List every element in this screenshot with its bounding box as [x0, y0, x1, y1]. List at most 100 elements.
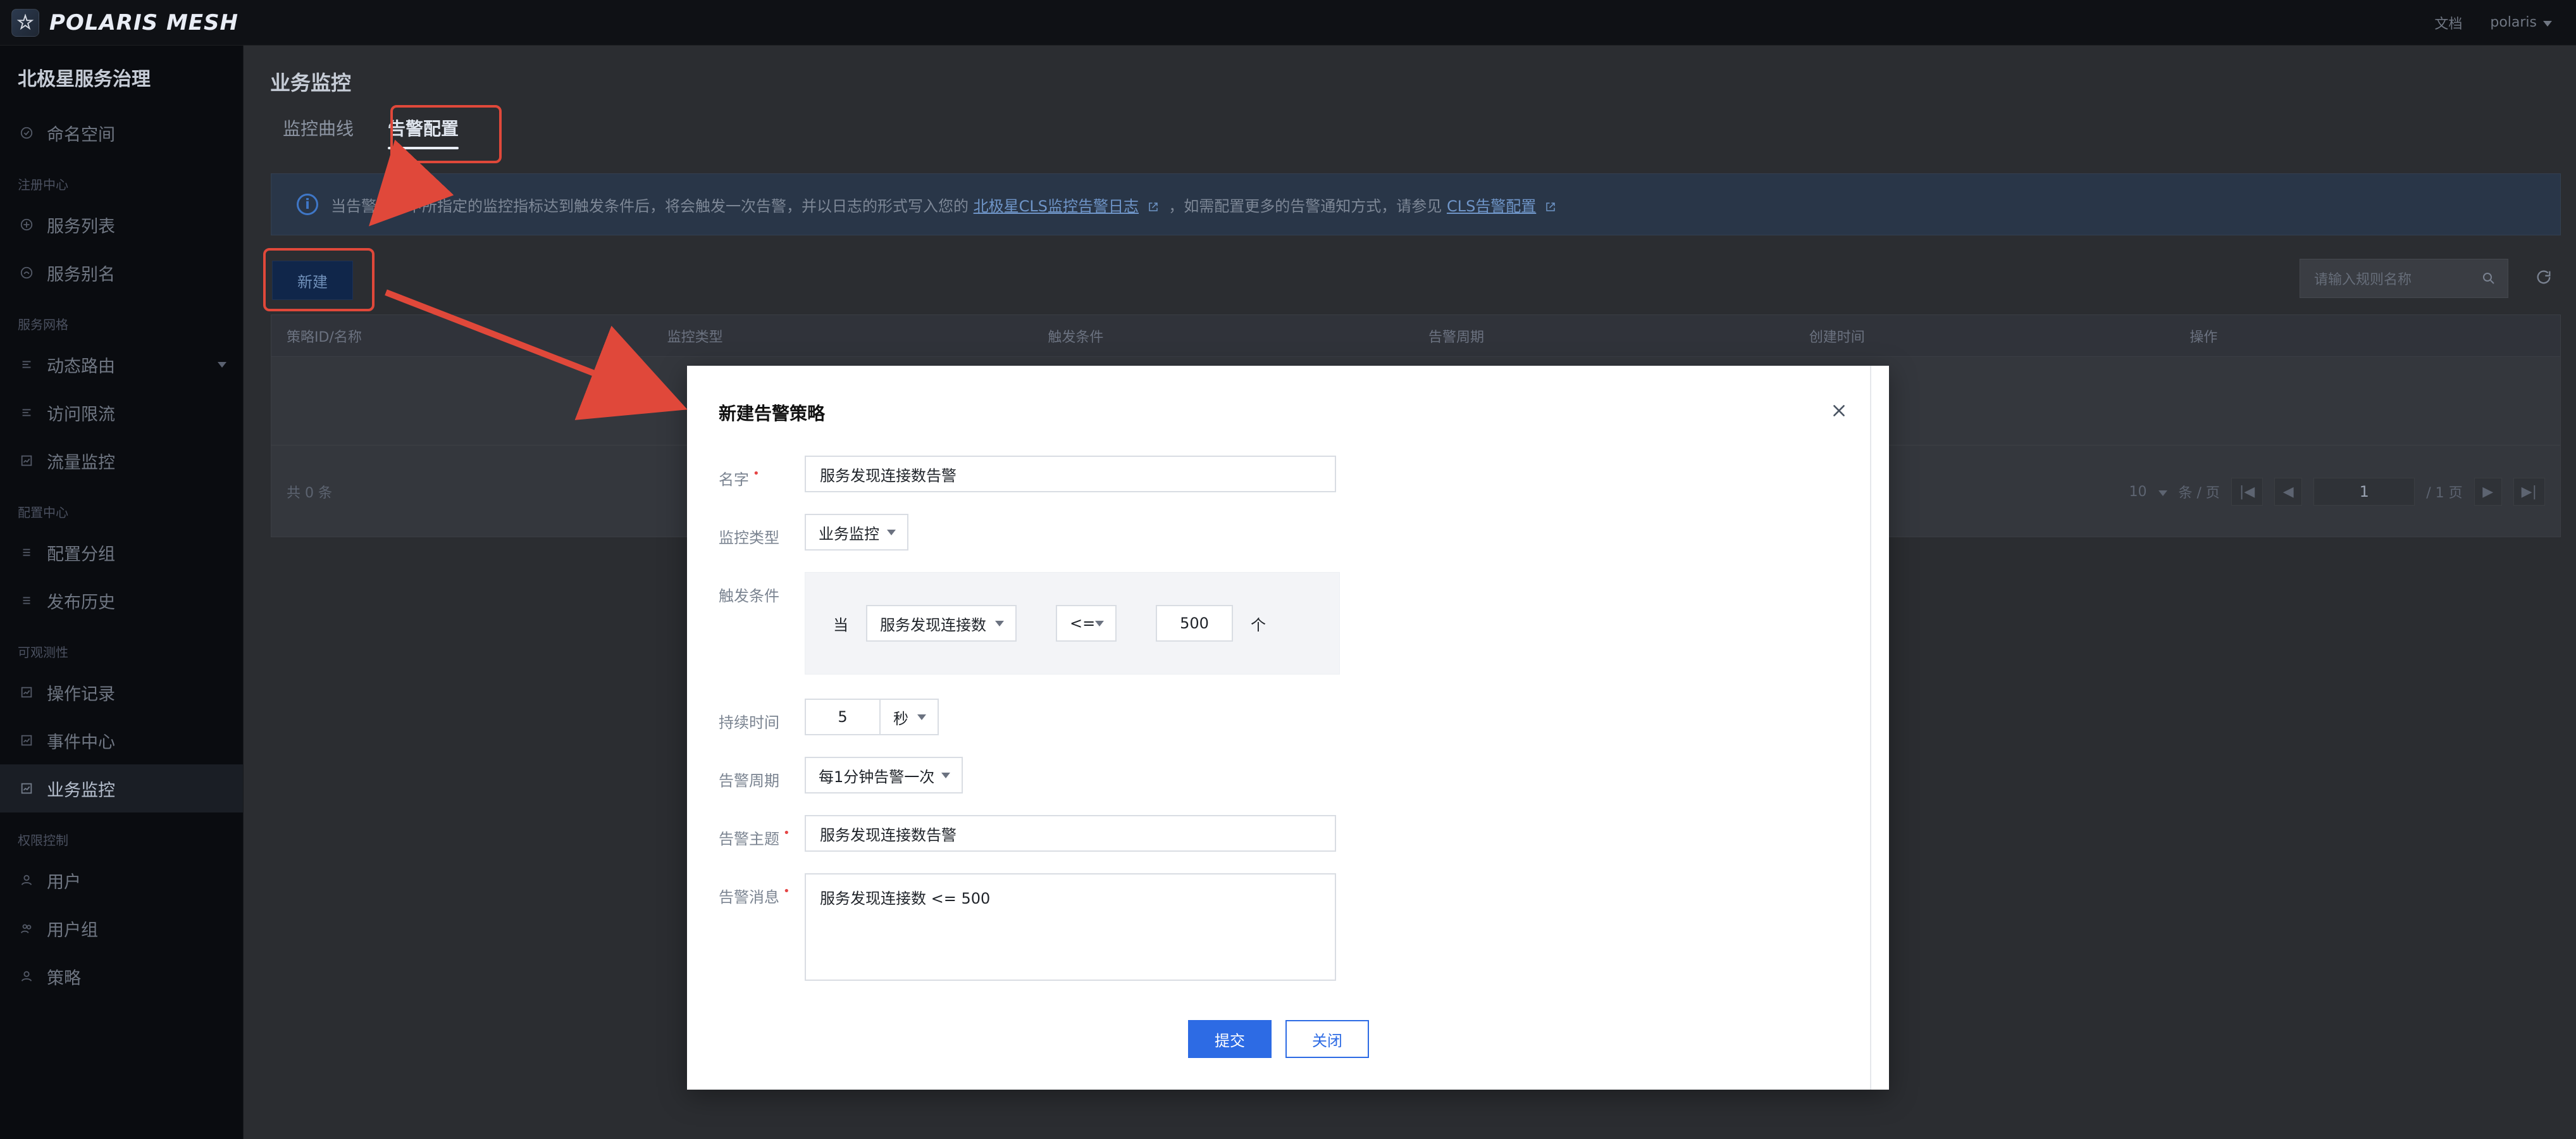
name-label-text: 名字 [719, 471, 749, 489]
page-size[interactable]: 10 [2129, 484, 2147, 500]
trigger-metric-select[interactable]: 服务发现连接数 [866, 605, 1017, 642]
sidebar-item-service-list[interactable]: 服务列表 [0, 201, 243, 249]
sidebar-item-release-history[interactable]: 发布历史 [0, 576, 243, 625]
sidebar-item-label: 业务监控 [47, 780, 115, 800]
duration-unit-select[interactable]: 秒 [881, 699, 939, 735]
search-placeholder: 请输入规则名称 [2314, 272, 2412, 288]
page-title: 业务监控 [270, 71, 352, 95]
chevron-down-icon [941, 772, 950, 778]
sidebar-group-registry: 注册中心 [18, 177, 68, 192]
table-header-col: 创建时间 [1809, 329, 1865, 345]
alert-period-select[interactable]: 每1分钟告警一次 [805, 757, 963, 794]
topic-label-text: 告警主题 [719, 830, 779, 848]
sidebar-item-user-group[interactable]: 用户组 [0, 904, 243, 952]
sidebar-item-label: 事件中心 [47, 732, 115, 752]
refresh-icon[interactable] [2531, 265, 2556, 290]
trigger-threshold-input[interactable]: 500 [1156, 605, 1233, 642]
last-page-button[interactable]: ▶| [2513, 478, 2545, 506]
sidebar-item-namespace[interactable]: 命名空间 [0, 109, 243, 157]
name-input[interactable]: 服务发现连接数告警 [805, 456, 1336, 492]
next-page-button[interactable]: ▶ [2474, 478, 2502, 506]
sidebar-item-label: 用户 [47, 872, 81, 892]
modal-scrollbar[interactable] [1870, 366, 1871, 1090]
form-row-topic: 告警主题 • 服务发现连接数告警 [719, 815, 1762, 873]
page-number-input[interactable]: 1 [2313, 478, 2415, 506]
trigger-operator-select[interactable]: <= [1056, 605, 1117, 642]
monitor-type-value: 业务监控 [819, 525, 879, 543]
duration-input[interactable]: 5 [805, 699, 881, 735]
alert-topic-input[interactable]: 服务发现连接数告警 [805, 815, 1336, 852]
user-menu[interactable]: polaris [2490, 15, 2552, 30]
sidebar-item-label: 命名空间 [47, 125, 115, 145]
annotation-highlight-tab [390, 105, 502, 163]
traffic-monitor-icon [18, 452, 35, 470]
sidebar-item-label: 策略 [47, 968, 81, 988]
sidebar-group-access: 权限控制 [18, 833, 68, 848]
create-alert-policy-modal: 新建告警策略 名字 • 服务发现连接数告警 监控类型 业务监控 触发条件 当 服… [687, 366, 1889, 1090]
trigger-unit: 个 [1251, 616, 1266, 634]
trigger-condition-panel: 当 服务发现连接数 <= 500 个 [805, 572, 1340, 675]
form-control-topic: 服务发现连接数告警 [805, 815, 1762, 852]
monitor-type-select[interactable]: 业务监控 [805, 514, 908, 551]
form-row-message: 告警消息 • 服务发现连接数 <= 500 [719, 873, 1762, 1006]
form-row-trigger: 触发条件 当 服务发现连接数 <= 500 个 [719, 572, 1762, 699]
form-control-duration: 5 秒 [805, 699, 1762, 735]
sidebar-item-traffic-monitor[interactable]: 流量监控 [0, 437, 243, 485]
chevron-down-icon[interactable] [218, 361, 226, 368]
external-link-icon [1545, 199, 1556, 216]
form-label-message: 告警消息 • [719, 873, 805, 907]
modal-title: 新建告警策略 [719, 403, 826, 424]
form-label-topic: 告警主题 • [719, 815, 805, 849]
close-button[interactable]: 关闭 [1285, 1020, 1369, 1058]
search-input[interactable]: 请输入规则名称 [2300, 259, 2508, 298]
alert-message-textarea[interactable]: 服务发现连接数 <= 500 [805, 873, 1336, 981]
sidebar-item-label: 服务别名 [47, 265, 115, 285]
duration-control: 5 秒 [805, 699, 1762, 735]
banner-link-cls-alert-config[interactable]: CLS告警配置 [1447, 197, 1536, 215]
user-group-icon [18, 919, 35, 937]
sidebar-item-route[interactable]: 动态路由 [0, 340, 243, 389]
info-icon: i [297, 194, 318, 215]
sidebar-item-event-center[interactable]: 事件中心 [0, 716, 243, 764]
info-text: 当告警策略中所指定的监控指标达到触发条件后，将会触发一次告警，并以日志的形式写入… [331, 194, 1561, 216]
sidebar-item-business-monitor[interactable]: 业务监控 [0, 764, 243, 812]
trigger-operator-value: <= [1070, 614, 1096, 632]
app-root: POLARIS MESH 文档 polaris 北极星服务治理 命名空间 注册中… [0, 0, 2576, 1139]
namespace-icon [18, 124, 35, 142]
sidebar: 北极星服务治理 命名空间 注册中心 服务列表 服务别名 服务网格 动态路由 访问… [0, 46, 244, 1139]
sidebar-item-config-group[interactable]: 配置分组 [0, 528, 243, 576]
polaris-logo-icon [11, 8, 39, 37]
docs-link[interactable]: 文档 [2434, 13, 2462, 33]
table-header-col: 监控类型 [667, 329, 723, 345]
trigger-when-text: 当 [833, 616, 848, 634]
pagination: 10 条 / 页 |◀ ◀ 1 / 1 页 ▶ ▶| [2129, 478, 2545, 506]
tab-monitor-curve[interactable]: 监控曲线 [283, 115, 354, 152]
sidebar-item-policy[interactable]: 策略 [0, 952, 243, 1000]
close-icon[interactable] [1827, 399, 1851, 423]
sidebar-item-user[interactable]: 用户 [0, 856, 243, 904]
form-label-name: 名字 • [719, 456, 805, 489]
form-control-message: 服务发现连接数 <= 500 [805, 873, 1762, 981]
chevron-down-icon [887, 529, 896, 535]
search-icon[interactable] [2476, 266, 2501, 291]
first-page-button[interactable]: |◀ [2231, 478, 2263, 506]
sidebar-item-label: 用户组 [47, 920, 98, 940]
form-row-duration: 持续时间 5 秒 [719, 699, 1762, 757]
form-row-period: 告警周期 每1分钟告警一次 [719, 757, 1762, 815]
alert-period-value: 每1分钟告警一次 [819, 768, 935, 786]
banner-link-cls-log[interactable]: 北极星CLS监控告警日志 [974, 197, 1139, 215]
table-header-col: 策略ID/名称 [287, 329, 362, 345]
chevron-down-icon [995, 620, 1004, 626]
sidebar-title: 北极星服务治理 [18, 68, 151, 90]
brand: POLARIS MESH [0, 0, 244, 46]
form-control-name: 服务发现连接数告警 [805, 456, 1762, 492]
chevron-down-icon[interactable] [2158, 490, 2167, 496]
sidebar-item-service-alias[interactable]: 服务别名 [0, 249, 243, 297]
form-row-monitor-type: 监控类型 业务监控 [719, 514, 1762, 572]
prev-page-button[interactable]: ◀ [2274, 478, 2303, 506]
sidebar-item-audit-log[interactable]: 操作记录 [0, 668, 243, 716]
submit-button[interactable]: 提交 [1188, 1020, 1272, 1058]
form-row-name: 名字 • 服务发现连接数告警 [719, 456, 1762, 514]
sidebar-item-label: 动态路由 [47, 356, 115, 377]
sidebar-item-ratelimit[interactable]: 访问限流 [0, 389, 243, 437]
